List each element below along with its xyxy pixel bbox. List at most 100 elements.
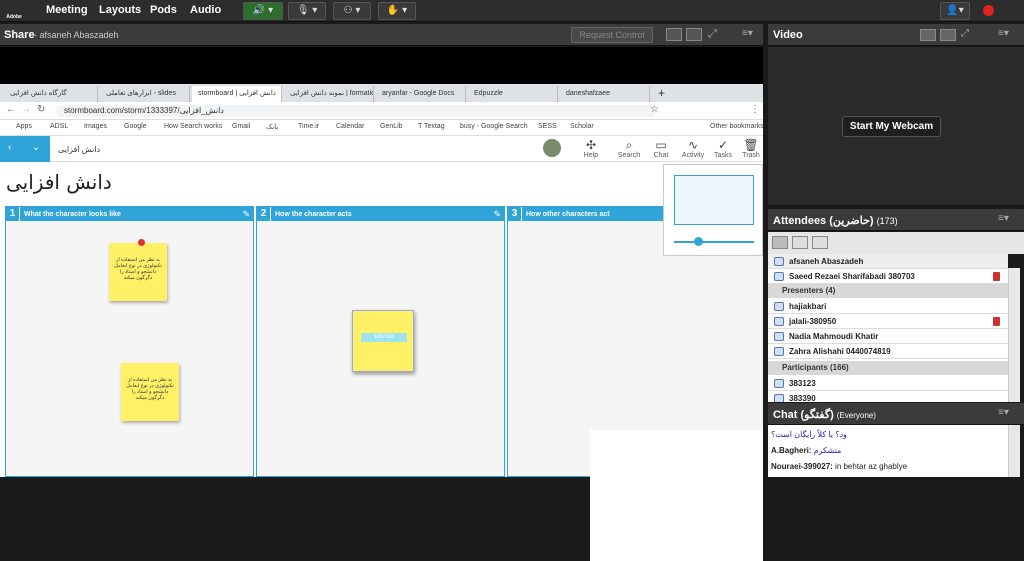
browser-tab[interactable]: Edpuzzle (468, 86, 558, 102)
bookmark-item[interactable]: بانک (266, 123, 278, 131)
tool-trash[interactable]: 🗑 Trash (735, 138, 767, 159)
browser-tab[interactable]: daneshafzaee (560, 86, 650, 102)
chevron-left-icon[interactable]: ‹ (8, 142, 11, 153)
column-header: 2 How the character acts (257, 207, 504, 221)
record-icon[interactable] (983, 5, 994, 16)
bookmark-item[interactable]: How Search works (164, 123, 222, 130)
raised-hand-icon (993, 317, 1000, 326)
tool-activity[interactable]: ∿ Activity (677, 138, 709, 159)
search-icon: ⌕ (625, 138, 633, 152)
edit-text-button[interactable]: Edit Text (361, 333, 407, 342)
edit-icon[interactable]: ✎ (493, 209, 501, 220)
forward-icon[interactable]: → (21, 104, 31, 115)
list-view-icon[interactable] (772, 236, 788, 249)
participant-row[interactable]: 383123 (768, 376, 1008, 391)
tool-chat[interactable]: ▭ Chat (645, 138, 677, 159)
bookmark-item[interactable]: Gmail (232, 123, 250, 130)
view-mode-icon[interactable] (666, 28, 682, 41)
chevron-down-icon[interactable]: ⌄ (32, 142, 40, 153)
menu-layouts[interactable]: Layouts (99, 4, 141, 16)
fullscreen-icon[interactable]: ⤢ (961, 28, 969, 39)
reload-icon[interactable]: ↻ (37, 104, 45, 115)
raise-hand-icon: ✋ ▾ (386, 5, 408, 16)
raised-hand-icon (993, 272, 1000, 281)
bookmark-item[interactable]: busy - Google Search (460, 123, 528, 130)
presenter-row[interactable]: jalali-380950 (768, 314, 1008, 329)
sticky-note[interactable]: به نظر من استفاده از تکنولوژی در نوع ابع… (121, 363, 179, 421)
presenter-row[interactable]: hajiakbari (768, 299, 1008, 314)
sticky-note[interactable]: به نظر من استفاده از تکنولوژی در نوع ابع… (109, 243, 167, 301)
webcam-icon: ⚇ ▾ (343, 5, 361, 16)
bookmark-item[interactable]: T Textag (418, 123, 445, 130)
status-button[interactable]: 👤▾ (940, 2, 970, 20)
bookmark-item[interactable]: Time.ir (298, 123, 319, 130)
chat-scrollbar[interactable] (1008, 425, 1020, 477)
filmstrip-view-icon[interactable] (940, 29, 956, 41)
presenter-row[interactable]: Zahra Alishahi 0440074819 (768, 344, 1008, 359)
menu-audio[interactable]: Audio (190, 4, 221, 16)
bookmark-item[interactable]: Scholar (570, 123, 594, 130)
tool-help[interactable]: ✣ Help (575, 138, 607, 159)
webcam-button[interactable]: ⚇ ▾ (333, 2, 371, 20)
breakout-view-icon[interactable] (812, 236, 828, 249)
presenter-icon (774, 317, 784, 327)
attendee-row[interactable]: Saeed Rezaei Sharifabadi 380703 (768, 269, 1008, 284)
attendees-pod-header: Attendees (حاضرین) (173) ≡▾ (768, 209, 1024, 231)
pod-menu-icon[interactable]: ≡▾ (742, 28, 753, 39)
zoom-slider[interactable] (674, 241, 754, 243)
sticky-note-dragging[interactable]: Edit Text (352, 310, 414, 372)
zoom-slider-handle[interactable] (694, 237, 703, 246)
avatar[interactable] (543, 139, 561, 157)
minimap-viewport (674, 175, 754, 225)
edit-icon[interactable]: ✎ (242, 209, 250, 220)
user-status-icon: 👤▾ (946, 5, 964, 16)
trash-icon: 🗑 (743, 138, 759, 152)
bookmark-item[interactable]: Apps (16, 123, 32, 130)
presenter-icon (774, 332, 784, 342)
bookmark-item[interactable]: Other bookmarks (710, 123, 764, 130)
start-webcam-button[interactable]: Start My Webcam (842, 116, 941, 137)
host-row[interactable]: afsaneh Abaszadeh (768, 254, 1008, 269)
bookmark-item[interactable]: Google (124, 123, 147, 130)
browser-tab-active[interactable]: stormboard | دانش افزایی (192, 86, 282, 102)
browser-tab[interactable]: aryanfar - Google Docs (376, 86, 466, 102)
help-icon: ✣ (585, 138, 597, 152)
new-tab-icon[interactable]: + (658, 86, 665, 100)
browser-tab[interactable]: ابزارهای تعاملی - slides (100, 86, 190, 102)
raise-hand-button[interactable]: ✋ ▾ (378, 2, 416, 20)
board-minimap[interactable] (663, 164, 763, 256)
browser-tab-strip: گارگاه دانش افزایی ابزارهای تعاملی - sli… (0, 84, 763, 102)
tool-search[interactable]: ⌕ Search (613, 138, 645, 159)
overlay-blank-area (590, 430, 763, 561)
participant-row[interactable]: 383390 (768, 391, 1008, 402)
attendee-scrollbar[interactable] (1008, 268, 1020, 402)
browser-menu-icon[interactable]: ⋮ (750, 104, 760, 115)
pod-menu-icon[interactable]: ≡▾ (998, 213, 1009, 224)
bookmark-item[interactable]: SESS (538, 123, 557, 130)
bookmark-item[interactable]: GenLib (380, 123, 403, 130)
bookmark-star-icon[interactable]: ☆ (650, 104, 659, 115)
request-control-button[interactable]: Request Control (571, 27, 653, 43)
menu-meeting[interactable]: Meeting (46, 4, 88, 16)
fit-view-icon[interactable] (686, 28, 702, 41)
participants-section[interactable]: Participants (166) (768, 361, 1008, 375)
bookmark-item[interactable]: ADSL (50, 123, 68, 130)
status-view-icon[interactable] (792, 236, 808, 249)
address-bar[interactable]: stormboard.com/storm/1333397/دانش_افزایی (56, 105, 656, 117)
menu-pods[interactable]: Pods (150, 4, 177, 16)
presenter-row[interactable]: Nadia Mahmoudi Khatir (768, 329, 1008, 344)
browser-tab[interactable]: نمونه دانش افزایی | formation (284, 86, 374, 102)
bookmark-item[interactable]: Calendar (336, 123, 364, 130)
stormboard-nav[interactable]: ‹ ⌄ (0, 136, 50, 162)
speaker-button[interactable]: 🔊 ▾ (243, 2, 283, 20)
grid-view-icon[interactable] (920, 29, 936, 41)
chat-pod-title: Chat (گفتگو) (Everyone) (773, 409, 876, 421)
microphone-button[interactable]: 🎙 ▾ (288, 2, 326, 20)
bookmark-item[interactable]: Images (84, 123, 107, 130)
fullscreen-icon[interactable]: ⤢ (708, 28, 717, 41)
presenters-section[interactable]: Presenters (4) (768, 284, 1008, 298)
pod-menu-icon[interactable]: ≡▾ (998, 407, 1009, 418)
back-icon[interactable]: ← (6, 104, 16, 115)
pod-menu-icon[interactable]: ≡▾ (998, 28, 1009, 39)
browser-tab[interactable]: گارگاه دانش افزایی (4, 86, 98, 102)
